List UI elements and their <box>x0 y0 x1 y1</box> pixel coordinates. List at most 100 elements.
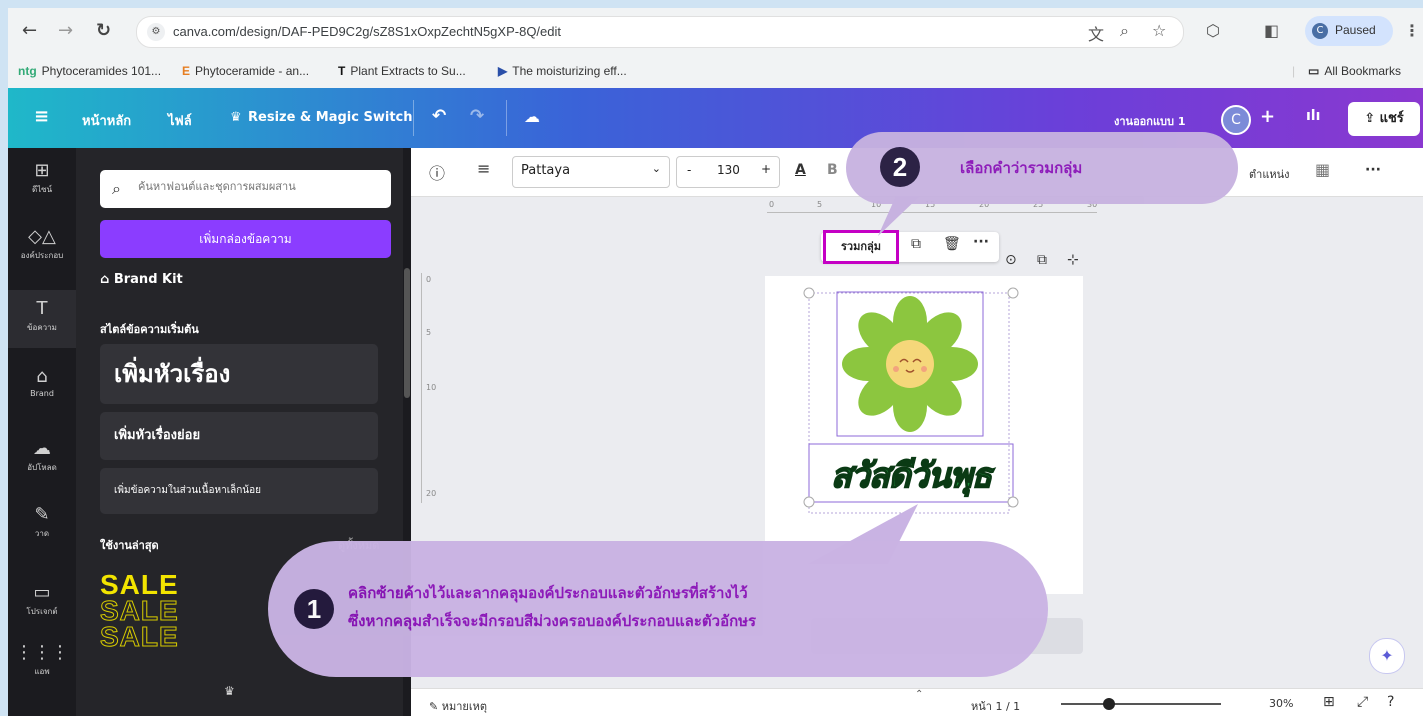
design-title[interactable]: งานออกแบบ 1 <box>1114 112 1185 130</box>
duplicate-icon[interactable]: ⧉ <box>911 236 921 252</box>
add-textbox-button[interactable]: เพิ่มกล่องข้อความ <box>100 220 391 258</box>
cloud-saved-icon: ☁ <box>524 107 540 126</box>
chevron-down-icon: ⌄ <box>651 162 661 175</box>
analytics-icon[interactable]: ılı <box>1306 108 1320 124</box>
file-menu[interactable]: ไฟล์ <box>168 110 192 131</box>
bookmark-item[interactable]: E Phytoceramide - an... <box>182 64 309 78</box>
add-body-button[interactable]: เพิ่มข้อความในส่วนเนื้อหาเล็กน้อย <box>100 468 378 514</box>
add-page-icon[interactable]: ⊹ <box>1067 252 1079 268</box>
crown-icon: ♛ <box>230 110 242 125</box>
grid-view-icon[interactable]: ⊞ <box>1323 694 1335 710</box>
rail-design[interactable]: ⊞ ดีไซน์ <box>8 160 76 210</box>
left-ruler: 0 5 10 20 <box>421 273 436 503</box>
context-more-icon[interactable]: ··· <box>973 234 989 250</box>
screen: ← → ↻ ⚙ canva.com/design/DAF-PED9C2g/sZ8… <box>8 8 1423 716</box>
rail-draw[interactable]: ✎ วาด <box>8 504 76 554</box>
bookmark-item[interactable]: ▶ The moisturizing eff... <box>498 64 627 78</box>
recent-heading: ใช้งานล่าสุด <box>100 539 159 552</box>
star-icon[interactable]: ☆ <box>1152 21 1166 40</box>
crown-badge-icon: ♛ <box>224 684 235 698</box>
copy-icon[interactable]: ⧉ <box>1037 252 1047 268</box>
bottom-bar: ✎ หมายเหตุ ⌃ หน้า 1 / 1 30% ⊞ ⤢ ? <box>411 688 1423 716</box>
menu-icon[interactable]: ⋮ <box>1404 21 1420 40</box>
callout-step-2: 2 เลือกคำว่ารวมกลุ่ม <box>846 132 1238 204</box>
zoom-value[interactable]: 30% <box>1269 697 1293 710</box>
bold-icon[interactable]: B <box>827 162 838 178</box>
flower-graphic <box>842 296 978 432</box>
redo-icon[interactable]: ↷ <box>470 106 484 126</box>
font-search[interactable]: ⌕ <box>100 170 391 208</box>
scroll-thumb[interactable] <box>404 268 410 398</box>
bookmarks-bar: ntg Phytoceramides 101... E Phytoceramide … <box>8 54 1423 89</box>
add-heading-button[interactable]: เพิ่มหัวเรื่อง <box>100 344 378 404</box>
notes-icon: ✎ <box>429 700 442 713</box>
increase-size[interactable]: + <box>761 162 771 176</box>
rail-apps[interactable]: ⋮⋮⋮ แอพ <box>8 642 76 692</box>
rail-text[interactable]: T ข้อความ <box>8 290 76 348</box>
site-info-icon[interactable]: ⚙ <box>147 23 165 41</box>
fullscreen-icon[interactable]: ⤢ <box>1357 694 1368 710</box>
profile-avatar: C <box>1312 23 1328 39</box>
resize-button[interactable]: Resize & Magic Switch <box>248 110 413 125</box>
translate-icon[interactable]: 文 <box>1088 21 1104 45</box>
zoom-slider[interactable] <box>1061 698 1221 710</box>
back-icon[interactable]: ← <box>22 20 37 41</box>
all-bookmarks[interactable]: ▭ All Bookmarks <box>1308 64 1401 78</box>
bookmark-item[interactable]: T Plant Extracts to Su... <box>338 64 466 78</box>
recent-sale-template[interactable]: SALE SALE SALE <box>100 571 250 672</box>
magic-sparkle-icon[interactable]: ✦ <box>1369 638 1405 674</box>
home-link[interactable]: หน้าหลัก <box>82 110 131 131</box>
info-icon[interactable]: ⓘ <box>429 160 445 184</box>
bookmark-item[interactable]: ntg Phytoceramides 101... <box>18 64 161 78</box>
size-value[interactable]: 130 <box>717 163 740 177</box>
sidepanel-icon[interactable]: ◧ <box>1264 21 1279 40</box>
lock-icon[interactable]: ⊙ <box>1005 252 1017 268</box>
decrease-size[interactable]: - <box>687 163 691 177</box>
font-size-stepper[interactable]: - 130 + <box>676 156 780 188</box>
zoom-knob[interactable] <box>1103 698 1115 710</box>
rail-uploads[interactable]: ☁ อัปโหลด <box>8 438 76 488</box>
address-bar[interactable]: ⚙ canva.com/design/DAF-PED9C2g/sZ8S1xOxp… <box>136 16 1184 48</box>
position-button[interactable]: ตำแหน่ง <box>1249 165 1290 183</box>
rail-elements[interactable]: ◇△ องค์ประกอบ <box>8 226 76 276</box>
help-icon[interactable]: ? <box>1387 694 1394 710</box>
page-indicator[interactable]: หน้า 1 / 1 <box>971 697 1020 715</box>
search-icon: ⌕ <box>112 179 121 198</box>
text-color-icon[interactable]: A <box>795 162 806 178</box>
brand-kit[interactable]: ⌂ Brand Kit <box>100 272 183 287</box>
extensions-icon[interactable]: ⬡ <box>1206 21 1220 40</box>
reload-icon[interactable]: ↻ <box>96 20 111 41</box>
trash-icon[interactable]: 🗑 <box>943 236 961 252</box>
align-icon[interactable]: ≡ <box>477 159 490 178</box>
add-subheading-button[interactable]: เพิ่มหัวเรื่องย่อย <box>100 412 378 460</box>
divider <box>413 100 414 136</box>
rail-projects[interactable]: ▭ โปรเจกต์ <box>8 582 76 632</box>
default-styles-heading: สไตล์ข้อความเริ่มต้น <box>100 323 199 336</box>
step-number-1: 1 <box>294 589 334 629</box>
bookmarks-divider: | <box>1292 64 1296 78</box>
expand-pages-icon[interactable]: ⌃ <box>915 689 923 700</box>
rail-brand[interactable]: ⌂ Brand <box>8 366 76 416</box>
profile-chip[interactable]: C Paused <box>1305 16 1393 46</box>
forward-icon[interactable]: → <box>58 20 73 41</box>
notes-button[interactable]: ✎ หมายเหตุ <box>429 697 487 715</box>
transparency-icon[interactable]: ▦ <box>1315 160 1330 179</box>
callout-2-pointer <box>878 196 920 236</box>
elements-icon: ◇△ <box>28 226 56 247</box>
more-options-icon[interactable]: ··· <box>1365 162 1381 178</box>
canvas-text[interactable]: สวัสดีวันพุธ <box>809 448 1013 502</box>
share-icon: ⇪ <box>1364 111 1380 126</box>
collaborator-avatar[interactable]: C <box>1221 105 1251 135</box>
share-button[interactable]: ⇪ แชร์ <box>1348 102 1420 136</box>
browser-toolbar: ← → ↻ ⚙ canva.com/design/DAF-PED9C2g/sZ8… <box>8 8 1423 54</box>
add-collaborator-icon[interactable]: + <box>1260 106 1275 127</box>
undo-icon[interactable]: ↶ <box>432 106 446 126</box>
draw-icon: ✎ <box>34 504 50 525</box>
font-selector[interactable]: Pattaya ⌄ <box>512 156 670 188</box>
profile-status: Paused <box>1335 23 1376 37</box>
hamburger-icon[interactable]: ≡ <box>34 106 49 127</box>
zoom-icon[interactable]: ⌕ <box>1120 21 1129 41</box>
divider <box>506 100 507 136</box>
upload-icon: ☁ <box>33 438 51 459</box>
search-input[interactable] <box>136 179 380 194</box>
